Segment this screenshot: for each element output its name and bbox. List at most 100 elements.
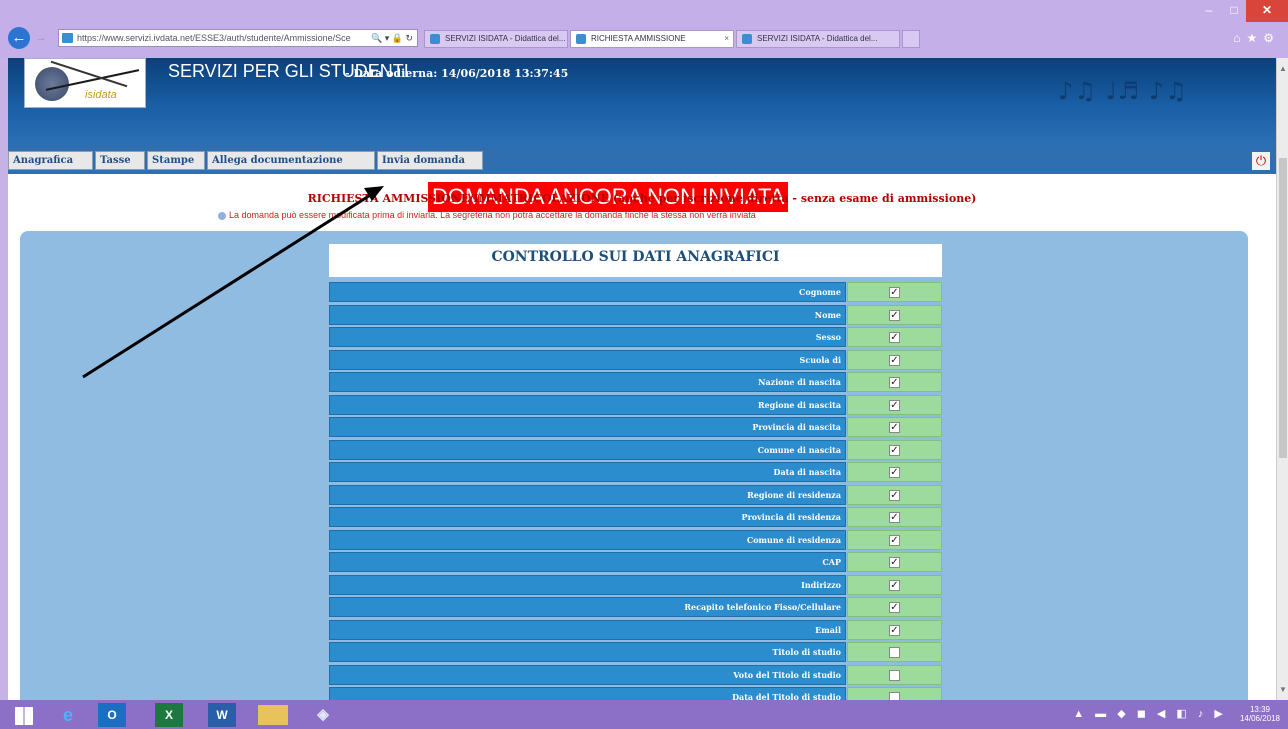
unchecked-checkbox-icon[interactable] xyxy=(889,669,900,681)
check-row-label: Email xyxy=(329,619,846,640)
checked-checkbox-icon[interactable]: ✓ xyxy=(889,489,900,501)
tab-label: RICHIESTA AMMISSIONE xyxy=(591,34,686,43)
check-row: Data di nascita ✓ xyxy=(329,462,942,484)
tab-page-icon xyxy=(430,34,440,44)
address-text: https://www.servizi.ivdata.net/ESSE3/aut… xyxy=(77,33,351,43)
app-icon[interactable]: ◈ xyxy=(305,703,341,727)
check-row: Sesso ✓ xyxy=(329,327,942,349)
request-title-wrapper: RICHIESTA AMMISSIONE/IMMATRICOLAZIONE (a… xyxy=(8,189,1276,207)
tray-icons[interactable]: ▲ ▬ ◆ ◼ ◀ ◧ ♪ ▶ xyxy=(1073,708,1227,720)
checked-checkbox-icon[interactable]: ✓ xyxy=(889,512,900,523)
unchecked-checkbox-icon[interactable] xyxy=(889,647,900,658)
check-row-label: Cognome xyxy=(329,282,846,302)
check-row: Nazione di nascita ✓ xyxy=(329,372,942,394)
check-row: Nome ✓ xyxy=(329,304,942,327)
check-row: Provincia di nascita ✓ xyxy=(329,417,942,439)
check-table-title: CONTROLLO SUI DATI ANAGRAFICI xyxy=(329,244,942,277)
start-button[interactable] xyxy=(6,703,42,727)
checked-checkbox-icon[interactable]: ✓ xyxy=(889,287,900,298)
checked-checkbox-icon[interactable]: ✓ xyxy=(889,332,900,343)
menu-bar: Anagrafica Tasse Stampe Allega documenta… xyxy=(8,146,1276,174)
check-row-status: ✓ xyxy=(847,552,942,572)
check-row-status: ✓ xyxy=(847,619,942,640)
check-row-label: Data di nascita xyxy=(329,462,846,482)
scroll-up-icon[interactable]: ▲ xyxy=(1279,64,1287,73)
checked-checkbox-icon[interactable]: ✓ xyxy=(889,602,900,613)
checked-checkbox-icon[interactable]: ✓ xyxy=(889,624,900,636)
check-row: Voto del Titolo di studio xyxy=(329,664,942,687)
close-icon[interactable]: ✕ xyxy=(1246,0,1288,22)
tab-close-icon[interactable]: × xyxy=(724,31,729,47)
checked-checkbox-icon[interactable]: ✓ xyxy=(889,467,900,478)
music-notes-decoration: ♪♫ ♩♬ ♪♫ xyxy=(1058,77,1188,105)
check-row-status: ✓ xyxy=(847,304,942,325)
check-row-status xyxy=(847,642,942,662)
current-date: - Data odierna: 14/06/2018 13:37:45 xyxy=(345,67,569,80)
excel-icon[interactable]: X xyxy=(155,703,183,727)
isidata-logo: isidata xyxy=(24,58,146,108)
check-row-label: CAP xyxy=(329,552,846,572)
maximize-icon[interactable]: □ xyxy=(1222,0,1246,22)
clock[interactable]: 13:39 14/06/2018 xyxy=(1240,705,1280,723)
info-icon xyxy=(218,211,226,220)
checked-checkbox-icon[interactable]: ✓ xyxy=(889,309,900,321)
browser-tab-2[interactable]: RICHIESTA AMMISSIONE × xyxy=(570,30,734,48)
browser-tab-3[interactable]: SERVIZI ISIDATA - Didattica del... xyxy=(736,30,900,48)
checked-checkbox-icon[interactable]: ✓ xyxy=(889,399,900,411)
check-row: Comune di nascita ✓ xyxy=(329,439,942,462)
check-row-label: Regione di residenza xyxy=(329,484,846,505)
check-row: Scuola di ✓ xyxy=(329,349,942,372)
check-row-label: Nome xyxy=(329,304,846,325)
menu-invia-domanda[interactable]: Invia domanda xyxy=(377,151,483,170)
exit-icon[interactable]: ⏻ xyxy=(1252,152,1270,170)
check-row: Cognome ✓ xyxy=(329,282,942,304)
outlook-icon[interactable]: O xyxy=(98,703,126,727)
word-icon[interactable]: W xyxy=(208,703,236,727)
browser-tool-icons[interactable]: ⌂★⚙ xyxy=(1233,31,1280,45)
checked-checkbox-icon[interactable]: ✓ xyxy=(889,534,900,546)
checked-checkbox-icon[interactable]: ✓ xyxy=(889,579,900,591)
checked-checkbox-icon[interactable]: ✓ xyxy=(889,422,900,433)
address-tools[interactable]: 🔍 ▾ 🔒 ↻ xyxy=(371,30,413,46)
back-arrow-icon[interactable]: ← xyxy=(8,27,30,49)
file-explorer-icon[interactable] xyxy=(258,705,288,725)
check-row-status: ✓ xyxy=(847,282,942,302)
check-row-status: ✓ xyxy=(847,327,942,347)
request-note: La domanda può essere modificata prima d… xyxy=(218,210,756,220)
check-row-status: ✓ xyxy=(847,529,942,550)
minimize-icon[interactable]: – xyxy=(1196,0,1222,22)
menu-stampe[interactable]: Stampe xyxy=(147,151,205,170)
new-tab-button[interactable] xyxy=(902,30,920,48)
check-row-status: ✓ xyxy=(847,417,942,437)
menu-anagrafica[interactable]: Anagrafica xyxy=(8,151,93,170)
check-row: CAP ✓ xyxy=(329,552,942,574)
address-bar[interactable]: https://www.servizi.ivdata.net/ESSE3/aut… xyxy=(58,29,418,47)
scroll-down-icon[interactable]: ▼ xyxy=(1279,685,1287,694)
internet-explorer-icon[interactable]: e xyxy=(50,703,86,727)
browser-toolbar: ← → https://www.servizi.ivdata.net/ESSE3… xyxy=(0,0,1288,58)
scroll-thumb[interactable] xyxy=(1279,158,1287,458)
check-row-label: Indirizzo xyxy=(329,574,846,595)
checked-checkbox-icon[interactable]: ✓ xyxy=(889,444,900,456)
browser-tab-1[interactable]: SERVIZI ISIDATA - Didattica del... xyxy=(424,30,568,48)
menu-tasse[interactable]: Tasse xyxy=(95,151,145,170)
check-row: Provincia di residenza ✓ xyxy=(329,507,942,529)
check-row-label: Regione di nascita xyxy=(329,394,846,415)
check-row-status: ✓ xyxy=(847,439,942,460)
checked-checkbox-icon[interactable]: ✓ xyxy=(889,354,900,366)
request-title: RICHIESTA AMMISSIONE/IMMATRICOLAZIONE (a… xyxy=(307,192,977,205)
menu-allega-documentazione[interactable]: Allega documentazione xyxy=(207,151,375,170)
check-row: Email ✓ xyxy=(329,619,942,642)
forward-arrow-icon[interactable]: → xyxy=(34,31,48,45)
check-row-status: ✓ xyxy=(847,574,942,595)
checked-checkbox-icon[interactable]: ✓ xyxy=(889,377,900,388)
check-row-label: Comune di nascita xyxy=(329,439,846,460)
main-content: DOMANDA ANCORA NON INVIATA RICHIESTA AMM… xyxy=(8,174,1276,707)
check-table: CONTROLLO SUI DATI ANAGRAFICI Cognome ✓ No… xyxy=(329,244,942,707)
vertical-scrollbar[interactable]: ▲ ▼ xyxy=(1276,58,1288,700)
checked-checkbox-icon[interactable]: ✓ xyxy=(889,557,900,568)
logo-text: isidata xyxy=(85,89,117,101)
check-row-status: ✓ xyxy=(847,507,942,527)
check-row-status: ✓ xyxy=(847,349,942,370)
check-row: Recapito telefonico Fisso/Cellulare ✓ xyxy=(329,597,942,619)
